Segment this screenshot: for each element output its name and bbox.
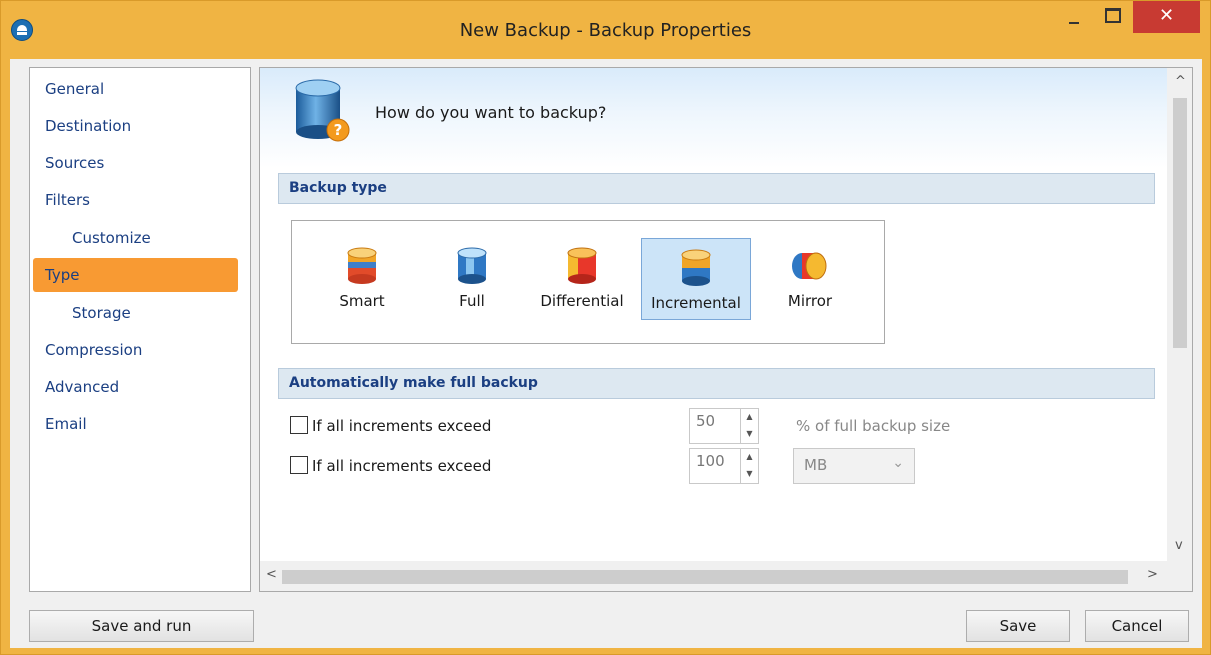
backup-type-smart[interactable]: Smart — [322, 237, 402, 321]
mirror-backup-icon — [792, 252, 827, 280]
horizontal-scrollbar[interactable]: < > — [260, 561, 1167, 591]
stepper-up-icon[interactable]: ▲ — [741, 409, 758, 426]
full-backup-icon — [457, 247, 487, 284]
sidebar-item-general[interactable]: General — [33, 72, 238, 106]
backup-type-panel: ? How do you want to backup? Backup type… — [259, 67, 1193, 592]
sidebar-item-compression[interactable]: Compression — [33, 333, 238, 367]
minimize-button[interactable] — [1059, 1, 1089, 31]
backup-type-full[interactable]: Full — [437, 237, 507, 321]
differential-backup-icon — [567, 247, 597, 284]
dialog-client-area: General Destination Sources Filters Cust… — [10, 59, 1202, 648]
sidebar-item-sources[interactable]: Sources — [33, 146, 238, 180]
backup-type-differential-label: Differential — [540, 292, 624, 310]
backup-type-selector: Smart Full Differential Incremental Mirr… — [291, 220, 885, 344]
size-value: 100 — [696, 452, 725, 470]
settings-sidebar: General Destination Sources Filters Cust… — [29, 67, 251, 592]
scroll-down-icon[interactable]: v — [1175, 538, 1183, 553]
percent-suffix: % of full backup size — [796, 417, 951, 435]
section-backup-type: Backup type — [278, 173, 1155, 204]
option-row-size: If all increments exceed — [290, 455, 491, 477]
backup-type-mirror[interactable]: Mirror — [770, 237, 850, 321]
percent-stepper[interactable]: 50 ▲ ▼ — [689, 408, 759, 444]
sidebar-item-destination[interactable]: Destination — [33, 109, 238, 143]
close-button[interactable]: ✕ — [1133, 1, 1200, 33]
scroll-left-icon[interactable]: < — [266, 567, 277, 582]
size-unit-value: MB — [804, 456, 828, 474]
size-stepper[interactable]: 100 ▲ ▼ — [689, 448, 759, 484]
vertical-scroll-thumb[interactable] — [1173, 98, 1187, 348]
panel-question: How do you want to backup? — [375, 103, 607, 122]
chevron-down-icon: ⌄ — [892, 455, 904, 471]
size-stepper-buttons[interactable]: ▲ ▼ — [740, 449, 758, 483]
increments-size-checkbox[interactable] — [290, 455, 308, 474]
sidebar-item-advanced[interactable]: Advanced — [33, 370, 238, 404]
increments-percent-label: If all increments exceed — [312, 417, 492, 435]
panel-header: ? How do you want to backup? — [260, 68, 1167, 168]
svg-text:?: ? — [334, 121, 343, 139]
stepper-down-icon[interactable]: ▼ — [741, 466, 758, 483]
sidebar-item-type[interactable]: Type — [33, 258, 238, 292]
size-unit-select[interactable]: MB ⌄ — [793, 448, 915, 484]
section-auto-full-backup: Automatically make full backup — [278, 368, 1155, 399]
sidebar-item-storage[interactable]: Storage — [33, 296, 238, 330]
smart-backup-icon — [347, 247, 377, 284]
backup-type-mirror-label: Mirror — [787, 292, 833, 310]
title-bar[interactable]: New Backup - Backup Properties ✕ — [1, 1, 1210, 59]
maximize-button[interactable] — [1096, 1, 1126, 31]
backup-type-incremental[interactable]: Incremental — [641, 238, 751, 320]
horizontal-scroll-thumb[interactable] — [282, 570, 1128, 584]
increments-size-label: If all increments exceed — [312, 457, 492, 475]
cancel-button[interactable]: Cancel — [1085, 610, 1189, 642]
backup-question-icon: ? — [295, 79, 350, 142]
vertical-scrollbar[interactable]: ^ v — [1167, 68, 1192, 561]
sidebar-item-customize[interactable]: Customize — [33, 221, 238, 255]
stepper-down-icon[interactable]: ▼ — [741, 426, 758, 443]
scroll-up-icon[interactable]: ^ — [1175, 74, 1186, 89]
backup-type-full-label: Full — [459, 292, 485, 310]
sidebar-item-email[interactable]: Email — [33, 407, 238, 441]
incremental-backup-icon — [681, 249, 711, 286]
backup-type-differential[interactable]: Differential — [532, 237, 632, 321]
save-button[interactable]: Save — [966, 610, 1070, 642]
sidebar-item-filters[interactable]: Filters — [33, 183, 238, 217]
percent-stepper-buttons[interactable]: ▲ ▼ — [740, 409, 758, 443]
backup-type-incremental-label: Incremental — [651, 294, 741, 312]
increments-percent-checkbox[interactable] — [290, 415, 308, 434]
percent-value: 50 — [696, 412, 716, 430]
option-row-percent: If all increments exceed — [290, 415, 491, 437]
scroll-right-icon[interactable]: > — [1147, 567, 1158, 582]
scrollbar-corner — [1167, 561, 1192, 591]
backup-type-smart-label: Smart — [339, 292, 385, 310]
window-title: New Backup - Backup Properties — [459, 20, 752, 41]
backup-properties-window: New Backup - Backup Properties ✕ General… — [0, 0, 1211, 655]
stepper-up-icon[interactable]: ▲ — [741, 449, 758, 466]
save-and-run-button[interactable]: Save and run — [29, 610, 254, 642]
